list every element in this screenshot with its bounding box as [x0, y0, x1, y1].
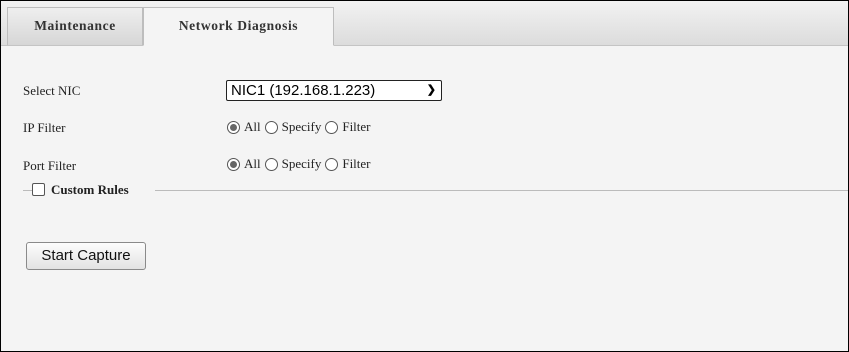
port-filter-specify-label: Specify — [281, 156, 322, 171]
custom-rules-divider-left — [23, 190, 32, 191]
nic-select[interactable]: NIC1 (192.168.1.223) ❯ — [226, 80, 442, 101]
custom-rules-label: Custom Rules — [51, 182, 133, 198]
ip-filter-all-label: All — [244, 119, 261, 134]
port-filter-all-radio[interactable] — [227, 157, 240, 171]
tab-bar: Maintenance Network Diagnosis — [1, 1, 848, 46]
ip-filter-specify-radio[interactable] — [264, 120, 278, 134]
ip-filter-filter-radio[interactable] — [325, 120, 339, 134]
ip-filter-all-radio[interactable] — [227, 120, 240, 134]
custom-rules-divider-right — [155, 190, 848, 191]
port-filter-specify-radio[interactable] — [264, 157, 278, 171]
ip-filter-specify-label: Specify — [281, 119, 322, 134]
select-nic-label: Select NIC — [23, 83, 81, 98]
start-capture-button[interactable]: Start Capture — [26, 242, 146, 270]
nic-select-value: NIC1 (192.168.1.223) — [231, 82, 376, 99]
port-filter-radio-group: All Specify Filter — [227, 156, 375, 172]
network-diagnosis-panel: Maintenance Network Diagnosis Select NIC… — [0, 0, 849, 352]
chevron-down-icon: ❯ — [426, 84, 436, 96]
port-filter-filter-label: Filter — [342, 156, 371, 171]
ip-filter-radio-group: All Specify Filter — [227, 119, 375, 135]
tab-network-diagnosis[interactable]: Network Diagnosis — [143, 7, 334, 46]
custom-rules-checkbox[interactable] — [32, 183, 45, 196]
ip-filter-filter-label: Filter — [342, 119, 371, 134]
ip-filter-label: IP Filter — [23, 120, 66, 135]
port-filter-label: Port Filter — [23, 158, 77, 173]
port-filter-all-label: All — [244, 156, 261, 171]
tab-maintenance[interactable]: Maintenance — [7, 7, 143, 45]
port-filter-filter-radio[interactable] — [325, 157, 339, 171]
